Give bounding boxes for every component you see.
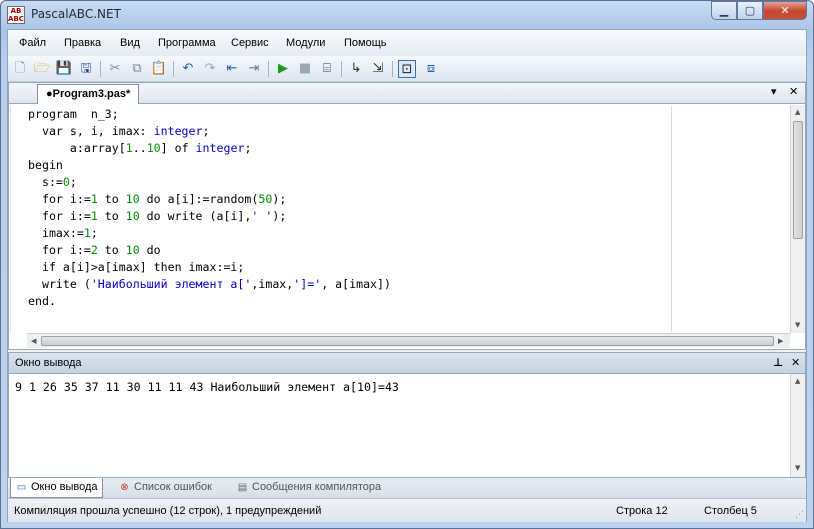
- tab-output-window[interactable]: ▭ Окно вывода: [10, 478, 103, 498]
- run-icon[interactable]: ▶: [274, 60, 292, 78]
- tab-label: Сообщения компилятора: [252, 481, 382, 493]
- code-line: program n_3;: [28, 107, 119, 121]
- code-line: end.: [28, 294, 56, 308]
- new-file-icon[interactable]: 🗋: [11, 60, 29, 78]
- scroll-up-arrow-icon[interactable]: ▲: [795, 377, 800, 385]
- bottom-tab-bar: ▭ Окно вывода ⊗ Список ошибок ▤ Сообщени…: [8, 478, 806, 499]
- vertical-scroll-thumb[interactable]: [793, 121, 803, 239]
- output-window-icon: ▭: [16, 482, 27, 493]
- status-bar: Компиляция прошла успешно (12 строк), 1 …: [8, 500, 806, 522]
- app-window: AB ABC PascalABC.NET ▁ ▢ ✕ Файл Правка Ви…: [0, 0, 814, 529]
- cut-icon[interactable]: ✂: [106, 60, 124, 78]
- menu-service[interactable]: Сервис: [231, 37, 269, 49]
- code-line: for i:=1 to 10 do a[i]:=random(50);: [28, 192, 287, 206]
- copy-icon[interactable]: ⧉: [128, 60, 146, 78]
- code-line: for i:=1 to 10 do write (a[i],' ');: [28, 209, 287, 223]
- toolbar-separator: [341, 61, 342, 77]
- output-panel-header: Окно вывода ⊥ ✕: [8, 352, 806, 374]
- tab-close-button[interactable]: ✕: [789, 85, 798, 98]
- editor-panel: ●Program3.pas* ▾ ✕ program n_3; var s, i…: [8, 82, 806, 350]
- cursor-row: Строка 12: [616, 505, 668, 517]
- menu-program[interactable]: Программа: [158, 37, 216, 49]
- output-vertical-scrollbar[interactable]: ▲ ▼: [790, 374, 805, 477]
- paste-icon[interactable]: 📋: [150, 60, 168, 78]
- title-bar[interactable]: AB ABC PascalABC.NET ▁ ▢ ✕: [1, 1, 813, 29]
- save-all-icon[interactable]: 🖫: [77, 60, 95, 78]
- compile-icon[interactable]: ⌸: [318, 60, 336, 78]
- editor-tab-row: ●Program3.pas* ▾ ✕: [9, 83, 805, 104]
- replace-icon[interactable]: ⇥: [245, 60, 263, 78]
- toolbar: 🗋 🗁 💾 🖫 ✂ ⧉ 📋 ↶ ↷ ⇤ ⇥ ▶ ■ ⌸ ↳ ⇲ ⊡ ⧈: [8, 56, 806, 82]
- find-icon[interactable]: ⇤: [223, 60, 241, 78]
- tab-list-dropdown[interactable]: ▾: [771, 85, 777, 98]
- stop-icon[interactable]: ■: [296, 60, 314, 78]
- app-icon: AB ABC: [7, 6, 25, 24]
- undo-icon[interactable]: ↶: [179, 60, 197, 78]
- code-line: a:array[1..10] of integer;: [28, 141, 252, 155]
- code-line: for i:=2 to 10 do: [28, 243, 161, 257]
- scroll-left-arrow-icon[interactable]: ◀: [31, 337, 36, 345]
- tab-compiler-messages[interactable]: ▤ Сообщения компилятора: [232, 478, 385, 498]
- code-line: imax:=1;: [28, 226, 98, 240]
- menu-help[interactable]: Помощь: [344, 37, 387, 49]
- redo-icon[interactable]: ↷: [201, 60, 219, 78]
- tab-label: Список ошибок: [134, 481, 212, 493]
- scroll-up-arrow-icon[interactable]: ▲: [795, 108, 800, 116]
- right-margin-line: [671, 106, 672, 332]
- menu-bar: Файл Правка Вид Программа Сервис Модули …: [8, 30, 806, 56]
- debug-icon[interactable]: ⧈: [422, 60, 440, 78]
- toolbar-separator: [392, 61, 393, 77]
- maximize-button[interactable]: ▢: [737, 1, 763, 20]
- output-window-icon[interactable]: ⊡: [398, 60, 416, 78]
- window-title: PascalABC.NET: [31, 7, 121, 21]
- cursor-column: Столбец 5: [704, 505, 757, 517]
- tab-program3[interactable]: ●Program3.pas*: [37, 84, 140, 104]
- scroll-down-arrow-icon[interactable]: ▼: [795, 321, 800, 329]
- code-line: begin: [28, 158, 63, 172]
- code-line: write ('Наибольший элемент a[',imax,']='…: [28, 277, 391, 291]
- toolbar-separator: [173, 61, 174, 77]
- step-into-icon[interactable]: ⇲: [369, 60, 387, 78]
- compiler-messages-icon: ▤: [237, 482, 248, 493]
- menu-file[interactable]: Файл: [19, 37, 46, 49]
- editor-horizontal-scrollbar[interactable]: ◀ ▶: [27, 333, 790, 348]
- code-line: s:=0;: [28, 175, 77, 189]
- save-icon[interactable]: 💾: [55, 60, 73, 78]
- code-line: if a[i]>a[imax] then imax:=i;: [28, 260, 245, 274]
- menu-modules[interactable]: Модули: [286, 37, 325, 49]
- status-message: Компиляция прошла успешно (12 строк), 1 …: [14, 505, 322, 517]
- tab-error-list[interactable]: ⊗ Список ошибок: [114, 478, 216, 498]
- editor-vertical-scrollbar[interactable]: ▲ ▼: [790, 105, 805, 333]
- toolbar-separator: [100, 61, 101, 77]
- code-editor[interactable]: program n_3; var s, i, imax: integer; a:…: [10, 106, 793, 332]
- toolbar-separator: [268, 61, 269, 77]
- scroll-right-arrow-icon[interactable]: ▶: [778, 337, 783, 345]
- menu-edit[interactable]: Правка: [64, 37, 101, 49]
- error-list-icon: ⊗: [120, 482, 129, 493]
- tab-label: Окно вывода: [31, 481, 98, 493]
- output-close-button[interactable]: ✕: [791, 356, 800, 369]
- close-button[interactable]: ✕: [763, 1, 807, 20]
- code-line: var s, i, imax: integer;: [28, 124, 210, 138]
- pin-icon[interactable]: ⊥: [773, 356, 783, 369]
- minimize-button[interactable]: ▁: [711, 1, 737, 20]
- scroll-down-arrow-icon[interactable]: ▼: [795, 464, 800, 472]
- client-area: Файл Правка Вид Программа Сервис Модули …: [7, 29, 807, 522]
- output-panel[interactable]: 9 1 26 35 37 11 30 11 11 43 Наибольший э…: [8, 374, 806, 478]
- horizontal-scroll-thumb[interactable]: [41, 336, 774, 346]
- step-over-icon[interactable]: ↳: [347, 60, 365, 78]
- menu-view[interactable]: Вид: [120, 37, 140, 49]
- open-folder-icon[interactable]: 🗁: [33, 60, 51, 78]
- output-panel-title: Окно вывода: [15, 357, 82, 369]
- resize-grip-icon[interactable]: ⋰: [795, 510, 804, 520]
- output-text: 9 1 26 35 37 11 30 11 11 43 Наибольший э…: [15, 380, 399, 394]
